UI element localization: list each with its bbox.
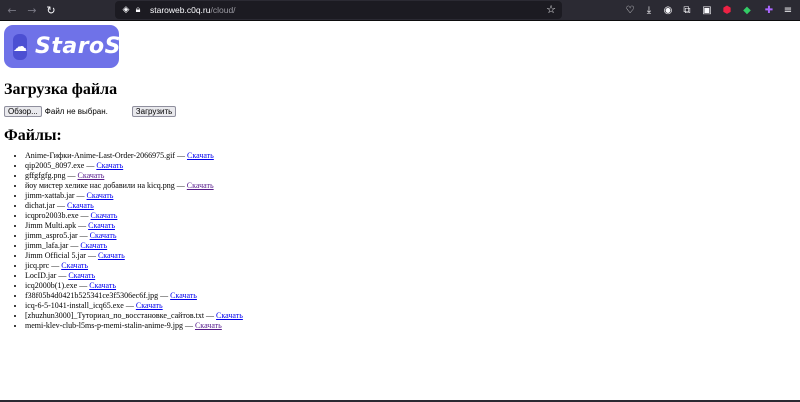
shield-icon[interactable]: ◈ xyxy=(120,5,132,15)
download-link[interactable]: Скачать xyxy=(87,191,114,200)
download-link[interactable]: Скачать xyxy=(96,161,123,170)
file-list-item: йоу мистер хелике нас добавили на kicq.p… xyxy=(25,181,243,191)
download-link[interactable]: Скачать xyxy=(90,231,117,240)
address-bar[interactable]: ◈ 🔒︎ staroweb.c0q.ru/cloud/ ☆ xyxy=(115,1,562,19)
file-name: [zhuzhun3000]_Туториал_по_восстановке_са… xyxy=(25,311,205,320)
download-link[interactable]: Скачать xyxy=(170,291,197,300)
download-link[interactable]: Скачать xyxy=(78,171,105,180)
extensions-icon[interactable]: ⧉ xyxy=(680,3,694,17)
file-name: memi-klev-club-l5ms-p-memi-stalin-anime-… xyxy=(25,321,183,330)
file-list-item: icq-6-5-1041-install_icq65.exe — Скачать xyxy=(25,301,243,311)
file-name: icq-6-5-1041-install_icq65.exe xyxy=(25,301,124,310)
file-name: Jimm Official 5.jar xyxy=(25,251,86,260)
file-list-item: jimm_aspro5.jar — Скачать xyxy=(25,231,243,241)
file-list-item: Jimm Official 5.jar — Скачать xyxy=(25,251,243,261)
url-text[interactable]: staroweb.c0q.ru/cloud/ xyxy=(150,5,236,15)
file-name: gffgfgfg.png xyxy=(25,171,66,180)
file-name: Jimm Multi.apk xyxy=(25,221,77,230)
menu-icon[interactable]: ≡ xyxy=(781,3,795,17)
file-name: icqpro2003b.exe xyxy=(25,211,79,220)
file-list-item: jicq.prc — Скачать xyxy=(25,261,243,271)
pocket-icon[interactable]: ♡ xyxy=(623,3,637,17)
download-link[interactable]: Скачать xyxy=(195,321,222,330)
file-list-item: dichat.jar — Скачать xyxy=(25,201,243,211)
ublock-icon[interactable]: ⬢ xyxy=(720,3,734,17)
file-list-item: Anime-Гифки-Anime-Last-Order-2066975.gif… xyxy=(25,151,243,161)
file-list-item: LocID.jar — Скачать xyxy=(25,271,243,281)
addon-green-icon[interactable]: ◆ xyxy=(740,3,754,17)
download-link[interactable]: Скачать xyxy=(98,251,125,260)
file-list-item: gffgfgfg.png — Скачать xyxy=(25,171,243,181)
download-link[interactable]: Скачать xyxy=(61,261,88,270)
file-list-item: memi-klev-club-l5ms-p-memi-stalin-anime-… xyxy=(25,321,243,331)
download-link[interactable]: Скачать xyxy=(187,181,214,190)
file-name: jimm_lafa.jar xyxy=(25,241,69,250)
download-link[interactable]: Скачать xyxy=(89,281,116,290)
account-icon[interactable]: ◉ xyxy=(661,3,675,17)
file-list-item: icq2000b(1).exe — Скачать xyxy=(25,281,243,291)
download-link[interactable]: Скачать xyxy=(91,211,118,220)
upload-form: Обзор... Файл не выбран. Загрузить xyxy=(4,106,177,117)
download-link[interactable]: Скачать xyxy=(136,301,163,310)
file-name: LocID.jar xyxy=(25,271,57,280)
upload-heading: Загрузка файла xyxy=(4,81,118,98)
file-list-item: f38f05b4d0421b525341ce3f5306ec6f.jpg — С… xyxy=(25,291,243,301)
file-name: jicq.prc xyxy=(25,261,50,270)
no-file-text: Файл не выбран. xyxy=(44,107,108,116)
file-name: йоу мистер хелике нас добавили на kicq.p… xyxy=(25,181,175,190)
downloads-icon[interactable]: ⤓ xyxy=(642,3,656,17)
lock-icon[interactable]: 🔒︎ xyxy=(132,5,144,15)
download-link[interactable]: Скачать xyxy=(88,221,115,230)
download-link[interactable]: Скачать xyxy=(68,271,95,280)
file-list-item: jimm-xattab.jar — Скачать xyxy=(25,191,243,201)
upload-submit-button[interactable]: Загрузить xyxy=(131,106,177,117)
url-host: staroweb.c0q.ru xyxy=(150,5,211,15)
url-path: /cloud/ xyxy=(210,5,236,15)
cloud-upload-icon: ☁ xyxy=(13,33,27,60)
file-name: f38f05b4d0421b525341ce3f5306ec6f.jpg xyxy=(25,291,159,300)
file-name: jimm_aspro5.jar xyxy=(25,231,78,240)
file-list-item: qip2005_8097.exe — Скачать xyxy=(25,161,243,171)
logo-text: StaroS xyxy=(35,34,122,59)
download-link[interactable]: Скачать xyxy=(67,201,94,210)
download-link[interactable]: Скачать xyxy=(80,241,107,250)
file-name: Anime-Гифки-Anime-Last-Order-2066975.gif xyxy=(25,151,175,160)
bookmark-star-icon[interactable]: ☆ xyxy=(546,3,556,16)
back-icon[interactable]: ← xyxy=(4,2,20,18)
file-name: qip2005_8097.exe xyxy=(25,161,85,170)
file-list-item: jimm_lafa.jar — Скачать xyxy=(25,241,243,251)
file-list-item: [zhuzhun3000]_Туториал_по_восстановке_са… xyxy=(25,311,243,321)
file-list-item: Jimm Multi.apk — Скачать xyxy=(25,221,243,231)
file-list-item: icqpro2003b.exe — Скачать xyxy=(25,211,243,221)
file-list: Anime-Гифки-Anime-Last-Order-2066975.gif… xyxy=(0,151,243,331)
download-link[interactable]: Скачать xyxy=(216,311,243,320)
file-name: icq2000b(1).exe xyxy=(25,281,78,290)
file-name: jimm-xattab.jar xyxy=(25,191,75,200)
file-name: dichat.jar xyxy=(25,201,55,210)
site-logo: ☁ StaroS xyxy=(4,25,122,68)
browser-toolbar: ← → ↻ ◈ 🔒︎ staroweb.c0q.ru/cloud/ ☆ ♡ ⤓ … xyxy=(0,0,800,20)
download-link[interactable]: Скачать xyxy=(187,151,214,160)
addon-purple-icon[interactable]: ✚ xyxy=(762,3,776,17)
reload-icon[interactable]: ↻ xyxy=(43,2,59,18)
forward-icon[interactable]: → xyxy=(24,2,40,18)
toolbar-divider xyxy=(0,20,800,21)
files-heading: Файлы: xyxy=(4,127,62,144)
privacy-badger-icon[interactable]: ▣ xyxy=(700,3,714,17)
browse-button[interactable]: Обзор... xyxy=(4,106,42,117)
